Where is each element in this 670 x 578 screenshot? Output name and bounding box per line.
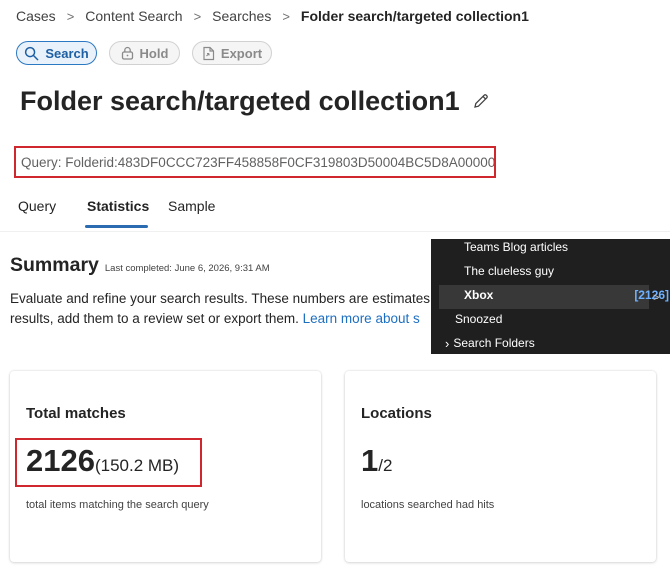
query-display: Query: Folderid:483DF0CCC723FF458858F0CF… [14, 146, 496, 178]
query-text: Query: Folderid:483DF0CCC723FF458858F0CF… [21, 154, 496, 170]
search-icon [24, 46, 39, 61]
active-tab-indicator [85, 225, 148, 228]
breadcrumb-current: Folder search/targeted collection1 [300, 8, 529, 24]
locations-caption: locations searched had hits [361, 499, 495, 511]
folder-item-count: [2126] [634, 288, 669, 302]
folder-item-label: Snoozed [455, 312, 503, 326]
total-matches-highlight [15, 438, 202, 487]
tab-sample[interactable]: Sample [168, 198, 215, 228]
summary-description: Evaluate and refine your search results.… [10, 289, 450, 329]
chevron-right-icon: > [653, 292, 660, 304]
breadcrumb-separator-icon: > [66, 8, 75, 24]
page-title: Folder search/targeted collection1 [20, 86, 490, 117]
summary-description-line2: results, add them to a review set or exp… [10, 309, 450, 329]
folder-list-overlay: Teams Blog articles The clueless guy Xbo… [431, 239, 670, 354]
chevron-right-icon[interactable]: › [445, 336, 449, 351]
breadcrumb-cases[interactable]: Cases [16, 8, 56, 24]
breadcrumb-separator-icon: > [193, 8, 202, 24]
tab-statistics[interactable]: Statistics [87, 198, 149, 228]
breadcrumb-content-search[interactable]: Content Search [85, 8, 182, 24]
export-button[interactable]: Export [192, 41, 272, 65]
folder-item-label: Teams Blog articles [464, 240, 569, 254]
breadcrumb-separator-icon: > [282, 8, 290, 24]
total-matches-title: Total matches [26, 405, 126, 422]
summary-description-line2-text: results, add them to a review set or exp… [10, 311, 299, 326]
hold-button[interactable]: Hold [109, 41, 180, 65]
learn-more-link[interactable]: Learn more about s [303, 311, 420, 326]
tab-query[interactable]: Query [18, 198, 56, 228]
lock-icon [121, 46, 134, 60]
folder-item-search-folders[interactable]: › Search Folders [431, 331, 670, 355]
breadcrumb: Cases > Content Search > Searches > Fold… [16, 7, 529, 25]
folder-item-the-clueless-guy[interactable]: The clueless guy [431, 259, 670, 283]
folder-item-label: Search Folders [453, 336, 535, 350]
pencil-icon[interactable] [472, 86, 490, 117]
summary-header: Summary Last completed: June 6, 2026, 9:… [10, 254, 270, 277]
page-title-text: Folder search/targeted collection1 [20, 86, 460, 116]
locations-total: /2 [378, 456, 393, 475]
total-matches-caption: total items matching the search query [26, 499, 209, 511]
search-button-label: Search [45, 45, 89, 61]
locations-value: 1/2 [361, 443, 392, 479]
export-button-label: Export [220, 45, 263, 61]
breadcrumb-searches[interactable]: Searches [212, 8, 271, 24]
tabs-divider [0, 231, 670, 232]
hold-button-label: Hold [139, 45, 169, 61]
summary-heading: Summary [10, 254, 99, 276]
folder-item-label: Xbox [464, 288, 494, 302]
folder-item-teams-blog-articles[interactable]: Teams Blog articles [431, 235, 670, 259]
folder-item-xbox[interactable]: Xbox [2126] [431, 283, 670, 307]
summary-description-line1: Evaluate and refine your search results.… [10, 291, 430, 306]
folder-item-snoozed[interactable]: Snoozed [431, 307, 670, 331]
last-completed-timestamp: Last completed: June 6, 2026, 9:31 AM [104, 263, 270, 274]
locations-title: Locations [361, 405, 432, 422]
export-icon [202, 46, 215, 61]
search-button[interactable]: Search [16, 41, 97, 65]
locations-count: 1 [361, 443, 379, 478]
folder-item-label: The clueless guy [464, 264, 555, 278]
locations-card: Locations 1/2 locations searched had hit… [345, 371, 656, 562]
